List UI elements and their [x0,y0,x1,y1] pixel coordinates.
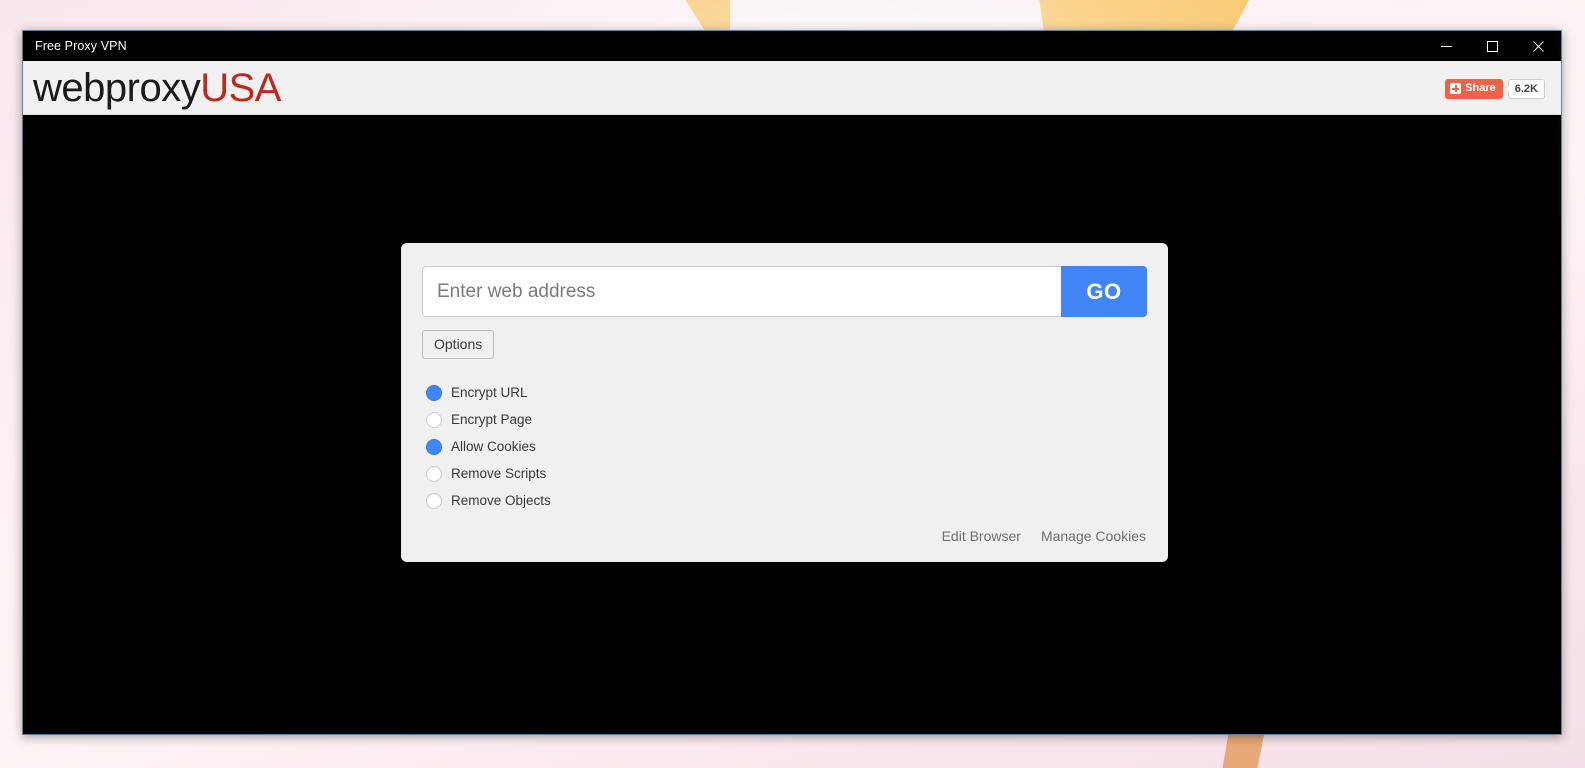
option-label: Encrypt URL [451,385,528,400]
close-button[interactable] [1515,31,1561,61]
site-header: webproxyUSA Share 6.2K [23,61,1561,115]
go-button[interactable]: GO [1061,266,1147,317]
share-count-value: 6.2K [1514,82,1538,95]
close-icon [1532,40,1544,52]
application-window: Free Proxy VPN webproxyUSA Share 6.2K En… [22,30,1562,735]
option-label: Remove Scripts [451,466,547,481]
option-label: Allow Cookies [451,439,536,454]
maximize-icon [1486,40,1498,52]
minimize-button[interactable] [1423,31,1469,61]
minimize-icon [1440,45,1452,47]
manage-cookies-link[interactable]: Manage Cookies [1041,528,1146,544]
radio-icon[interactable] [426,438,442,455]
proxy-options-list: Encrypt URL Encrypt Page Allow Cookies R… [426,379,1147,514]
option-remove-objects[interactable]: Remove Objects [426,487,1147,514]
option-encrypt-page[interactable]: Encrypt Page [426,406,1147,433]
option-remove-scripts[interactable]: Remove Scripts [426,460,1147,487]
option-label: Remove Objects [451,493,551,508]
logo-text-accent: USA [200,65,281,110]
web-address-input[interactable] [422,266,1061,317]
option-encrypt-url[interactable]: Encrypt URL [426,379,1147,406]
page-content: GO Options Encrypt URL Encrypt Page Allo… [23,115,1561,734]
card-footer-links: Edit Browser Manage Cookies [422,528,1147,544]
share-button-label: Share [1465,82,1496,94]
site-logo[interactable]: webproxyUSA [33,68,281,108]
window-title: Free Proxy VPN [35,39,127,53]
proxy-form-card: GO Options Encrypt URL Encrypt Page Allo… [401,243,1168,562]
plus-icon [1450,83,1462,94]
desktop-background: Free Proxy VPN webproxyUSA Share 6.2K En… [0,0,1585,768]
option-allow-cookies[interactable]: Allow Cookies [426,433,1147,460]
radio-icon[interactable] [426,384,442,401]
option-label: Encrypt Page [451,412,533,427]
logo-text-primary: webproxy [33,65,201,110]
radio-icon[interactable] [426,465,442,482]
url-entry-row: GO [422,266,1147,317]
maximize-button[interactable] [1469,31,1515,61]
options-button[interactable]: Options [422,330,495,359]
share-count-badge: 6.2K [1507,78,1545,99]
share-button[interactable]: Share [1445,78,1503,99]
radio-icon[interactable] [426,411,442,428]
radio-icon[interactable] [426,492,442,509]
share-widget[interactable]: Share 6.2K [1445,78,1545,99]
window-titlebar[interactable]: Free Proxy VPN [23,31,1561,61]
edit-browser-link[interactable]: Edit Browser [942,528,1021,544]
